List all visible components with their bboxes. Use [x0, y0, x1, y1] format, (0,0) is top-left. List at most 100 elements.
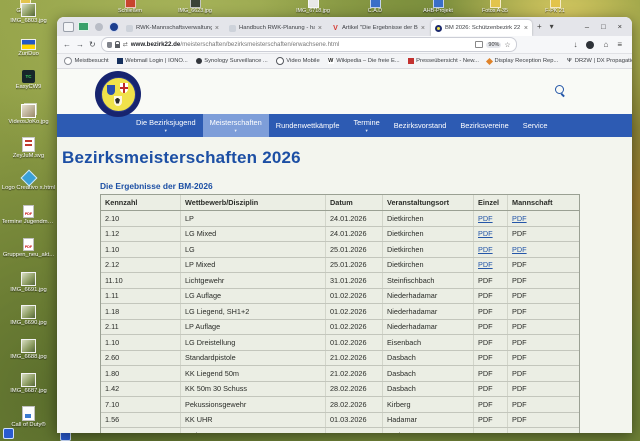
nav-item[interactable]: Meisterschaften	[203, 114, 269, 137]
desktop-icon[interactable]: C.A.D	[350, 0, 400, 14]
reload-button[interactable]: ↻	[89, 40, 96, 50]
desktop-icon[interactable]: TC EasyCW9	[1, 67, 57, 101]
mannschaft-pdf-link[interactable]: PDF	[512, 338, 527, 347]
mannschaft-pdf-link[interactable]: PDF	[512, 384, 527, 393]
bookmark-item[interactable]: Video Mobile	[276, 57, 320, 65]
bookmark-item[interactable]: Synology Surveillance ...	[196, 57, 268, 65]
zoom-level-badge[interactable]: 90%	[486, 42, 501, 48]
firefox-view-icon[interactable]	[63, 21, 74, 32]
desktop-icon[interactable]: Schließen	[105, 0, 155, 14]
bookmark-favicon	[64, 57, 72, 65]
nav-item[interactable]: Die Bezirksjugend	[129, 114, 203, 137]
bookmark-star-icon[interactable]: ☆	[504, 41, 510, 49]
einzel-pdf-link[interactable]: PDF	[478, 431, 493, 433]
club-logo[interactable]	[95, 71, 141, 117]
desktop-icon[interactable]: IMG_6688.jpg	[1, 336, 57, 370]
desktop-icon[interactable]: ZuriDuo	[1, 34, 57, 68]
mannschaft-pdf-link[interactable]: PDF	[512, 229, 527, 238]
pinned-tab-icon[interactable]	[108, 21, 119, 32]
bookmark-item[interactable]: Meistbesucht	[64, 57, 109, 65]
einzel-pdf-link[interactable]: PDF	[478, 338, 493, 347]
einzel-pdf-link[interactable]: PDF	[478, 384, 493, 393]
einzel-pdf-link[interactable]: PDF	[478, 276, 493, 285]
bookmark-item[interactable]: Display Reception Rep...	[487, 57, 558, 65]
mannschaft-pdf-link[interactable]: PDF	[512, 291, 527, 300]
desktop-icon[interactable]: IMG_6691.jpg	[1, 269, 57, 303]
downloads-icon[interactable]: ↓	[573, 40, 577, 49]
desktop-icon[interactable]: IMG_6690.jpg	[1, 302, 57, 336]
desktop-icon[interactable]: IMG_6718.jpg	[288, 0, 338, 14]
bookmark-item[interactable]: Webmail Login | IONO...	[117, 57, 188, 65]
tab-close-icon[interactable]	[421, 25, 425, 32]
mannschaft-pdf-link[interactable]: PDF	[512, 322, 527, 331]
bookmark-item[interactable]: W Wikipedia – Die freie E...	[328, 57, 400, 65]
mannschaft-pdf-link[interactable]: PDF	[512, 415, 527, 424]
desktop-icon[interactable]: PDF Termine Jugendme...	[1, 202, 57, 236]
desktop-icon[interactable]: AHB-Projekt	[413, 0, 463, 14]
einzel-pdf-link[interactable]: PDF	[478, 307, 493, 316]
search-icon[interactable]	[555, 85, 564, 94]
maximize-button[interactable]: □	[601, 22, 606, 31]
bookmark-item[interactable]: Ψ DR2W | DX Propagation	[566, 57, 632, 65]
mannschaft-pdf-link[interactable]: PDF	[512, 214, 527, 223]
tab-close-icon[interactable]	[318, 25, 322, 32]
browser-tab[interactable]: V Artikel "Die Ergebnisse der Bezi...	[328, 20, 429, 36]
back-button[interactable]: ←	[63, 40, 71, 50]
pinned-tab-icon[interactable]	[78, 21, 89, 32]
desktop-icon[interactable]: F-PK 21	[530, 0, 580, 14]
einzel-pdf-link[interactable]: PDF	[478, 214, 493, 223]
lock-icon[interactable]	[115, 44, 120, 48]
tracking-protection-shield-icon[interactable]	[107, 42, 112, 48]
tab-close-icon[interactable]	[524, 25, 528, 32]
reader-mode-icon[interactable]	[475, 41, 483, 48]
einzel-pdf-link[interactable]: PDF	[478, 369, 493, 378]
desktop-icon[interactable]: IMG_6687.jpg	[1, 370, 57, 404]
forward-button[interactable]: →	[76, 40, 84, 50]
nav-item[interactable]: Rundenwettkämpfe	[269, 114, 347, 137]
einzel-pdf-link[interactable]: PDF	[478, 400, 493, 409]
mannschaft-pdf-link[interactable]: PDF	[512, 353, 527, 362]
adblock-extension-icon[interactable]	[586, 41, 594, 49]
browser-tab[interactable]: RWK-Mannschaftsverwaltung	[122, 20, 223, 36]
address-bar[interactable]: ⇄ www.bezirk22.de/meisterschaften/bezirk…	[101, 37, 517, 52]
desktop-icon[interactable]: VideosJoKo.jpg	[1, 101, 57, 135]
einzel-pdf-link[interactable]: PDF	[478, 415, 493, 424]
mannschaft-pdf-link[interactable]: PDF	[512, 276, 527, 285]
browser-tab[interactable]: Handbuch RWK-Planung - han...	[225, 20, 326, 36]
desktop-icon[interactable]: PDF Gruppen_neu_akt...	[1, 235, 57, 269]
mannschaft-pdf-link[interactable]: PDF	[512, 307, 527, 316]
minimize-button[interactable]: –	[585, 22, 589, 31]
desktop-icon[interactable]: IMG_6623.jpg	[170, 0, 220, 14]
list-tabs-icon[interactable]: ▾	[550, 22, 554, 31]
einzel-pdf-link[interactable]: PDF	[478, 245, 493, 254]
einzel-pdf-link[interactable]: PDF	[478, 322, 493, 331]
close-button[interactable]: ×	[618, 22, 622, 31]
nav-item[interactable]: Bezirksvorstand	[387, 114, 454, 137]
mannschaft-pdf-link[interactable]: PDF	[512, 400, 527, 409]
mannschaft-pdf-link[interactable]: PDF	[512, 260, 527, 269]
mannschaft-pdf-link[interactable]: PDF	[512, 431, 527, 433]
new-tab-button[interactable]: +	[537, 22, 542, 31]
browser-tab[interactable]: BM 2026: Schützenbezirk 22	[431, 20, 532, 36]
site-permissions-icon[interactable]: ⇄	[123, 41, 128, 48]
nav-item[interactable]: Service	[516, 114, 555, 137]
einzel-pdf-link[interactable]: PDF	[478, 291, 493, 300]
einzel-pdf-link[interactable]: PDF	[478, 260, 493, 269]
desktop-icon[interactable]: IMG_6803.jpg	[1, 0, 57, 34]
desktop-icon[interactable]: Fotos A-35	[470, 0, 520, 14]
desktop-icon[interactable]: ZeyJuM.svg	[1, 134, 57, 168]
desktop-icon[interactable]	[3, 428, 14, 439]
nav-item[interactable]: Bezirksvereine	[453, 114, 515, 137]
tab-close-icon[interactable]	[215, 25, 219, 32]
home-icon[interactable]: ⌂	[603, 40, 608, 49]
einzel-pdf-link[interactable]: PDF	[478, 353, 493, 362]
menu-icon[interactable]: ≡	[617, 40, 622, 49]
desktop-icon[interactable]: Logo Creativo x.html	[1, 168, 57, 202]
mannschaft-pdf-link[interactable]: PDF	[512, 369, 527, 378]
table-row: 2.10 LP 24.01.2026 Dietkirchen PDF PDF	[101, 211, 579, 227]
mannschaft-pdf-link[interactable]: PDF	[512, 245, 527, 254]
nav-item[interactable]: Termine	[346, 114, 386, 137]
bookmark-item[interactable]: Presseübersicht - New...	[408, 57, 479, 65]
pinned-tab-icon[interactable]	[93, 21, 104, 32]
einzel-pdf-link[interactable]: PDF	[478, 229, 493, 238]
